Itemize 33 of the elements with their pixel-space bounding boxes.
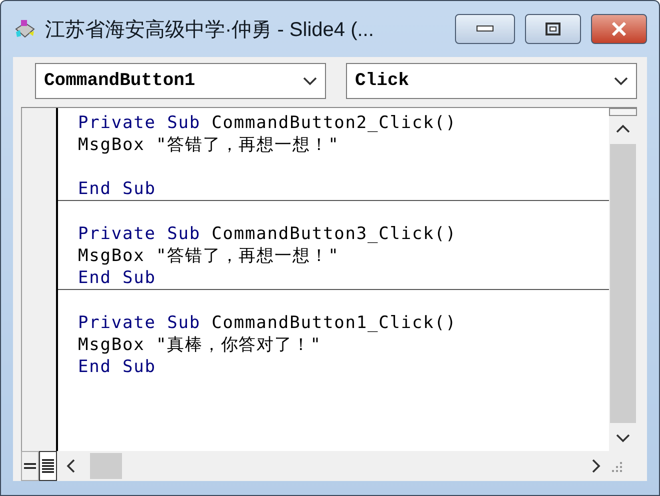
close-button[interactable] <box>591 14 647 44</box>
code-line: End Sub <box>78 356 157 378</box>
scrollbar-thumb[interactable] <box>610 144 636 423</box>
code-line: MsgBox "真棒，你答对了！" <box>78 334 322 356</box>
scroll-left-icon <box>66 459 76 473</box>
code-line: End Sub <box>78 267 157 289</box>
scrollbar-thumb[interactable] <box>90 453 122 479</box>
scroll-up-icon <box>616 124 630 134</box>
code-editor[interactable]: Private Sub CommandButton2_Click() MsgBox "答错了，再想一想！" End Sub Private Sub CommandButton3_Click() MsgBox "答错了，再想一想！" End Sub Private Sub CommandButton1_Click() MsgBox "真棒，你答对了！" End Sub <box>58 108 609 451</box>
scroll-right-icon <box>591 459 601 473</box>
lines-icon <box>41 459 55 473</box>
maximize-button[interactable] <box>525 14 581 44</box>
resize-grip-icon[interactable] <box>609 459 623 473</box>
procedure-view-button[interactable] <box>21 451 39 481</box>
code-line: End Sub <box>78 178 157 200</box>
code-line: Private Sub CommandButton2_Click() <box>78 112 458 134</box>
code-line: MsgBox "答错了，再想一想！" <box>78 245 340 267</box>
code-line: MsgBox "答错了，再想一想！" <box>78 134 340 156</box>
maximize-icon <box>545 22 561 36</box>
procedure-dropdown[interactable]: Click <box>346 63 637 99</box>
window-title: 江苏省海安高级中学·仲勇 - Slide4 (... <box>45 18 375 42</box>
scroll-down-icon <box>616 433 630 443</box>
close-icon <box>611 22 627 36</box>
chevron-down-icon <box>614 76 628 86</box>
code-line: Private Sub CommandButton3_Click() <box>78 223 458 245</box>
chevron-down-icon <box>303 76 317 86</box>
full-module-view-button[interactable] <box>39 451 57 481</box>
minimize-button[interactable] <box>455 14 515 44</box>
object-dropdown[interactable]: CommandButton1 <box>35 63 326 99</box>
split-bar[interactable] <box>609 108 637 116</box>
minimize-icon <box>476 25 494 33</box>
lines-icon <box>23 463 37 469</box>
code-line: Private Sub CommandButton1_Click() <box>78 312 458 334</box>
